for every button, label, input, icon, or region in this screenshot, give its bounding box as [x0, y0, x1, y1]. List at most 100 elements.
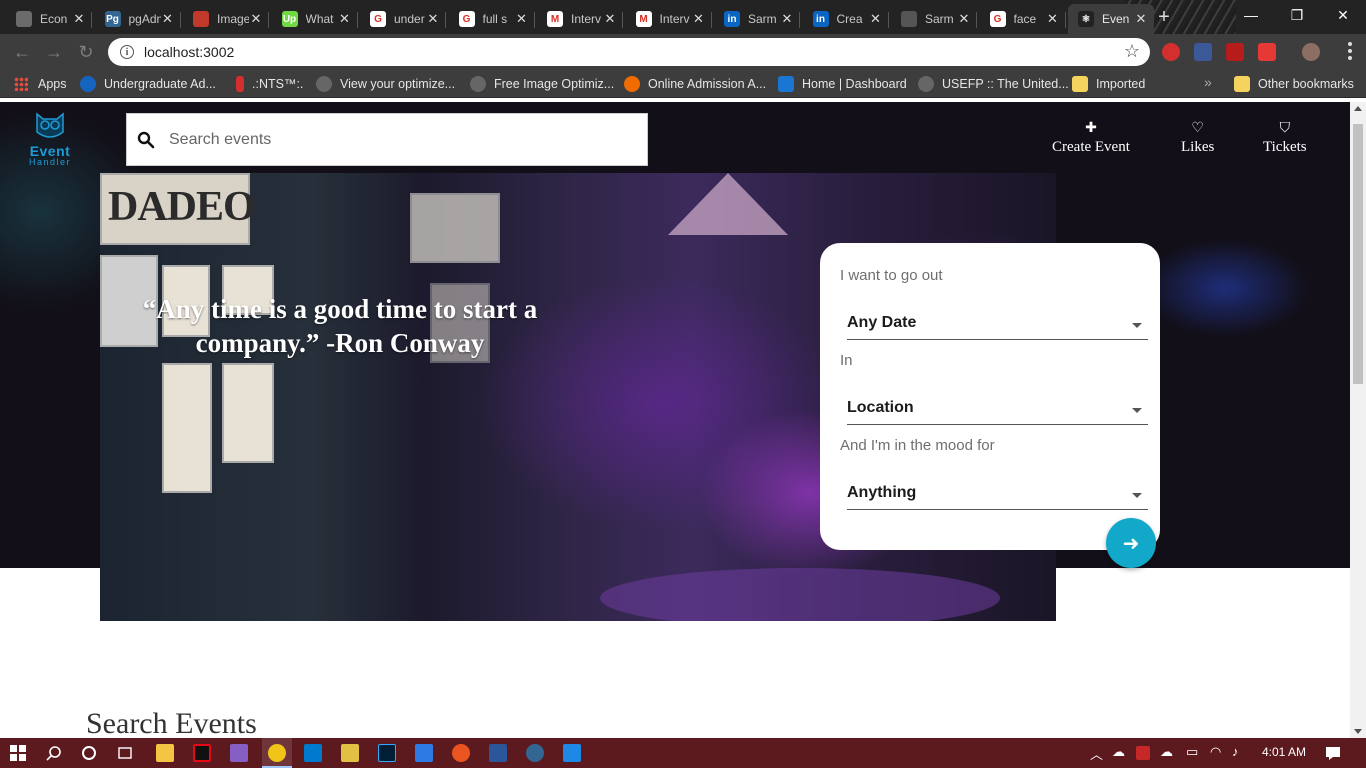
restore-button[interactable]: ❐ [1274, 0, 1320, 30]
forward-button[interactable]: → [42, 40, 66, 64]
close-tab-icon[interactable]: ✕ [780, 11, 794, 27]
close-tab-icon[interactable]: ✕ [161, 11, 175, 27]
search-bar[interactable] [126, 113, 648, 166]
browser-tab[interactable]: in Crea ✕ [803, 4, 889, 34]
close-window-button[interactable]: ✕ [1320, 0, 1366, 30]
cloud-sync-icon[interactable]: ☁ [1160, 744, 1173, 760]
location-select[interactable]: Location [847, 395, 1148, 425]
bookmark-item[interactable]: Home | Dashboard [778, 75, 907, 93]
word-icon[interactable] [489, 744, 507, 762]
mood-select[interactable]: Anything [847, 480, 1148, 510]
browser-tab[interactable]: M Interv ✕ [626, 4, 712, 34]
bookmark-folder-other[interactable]: Other bookmarks [1234, 75, 1354, 93]
bookmark-folder-imported[interactable]: Imported [1072, 75, 1145, 93]
bookmark-apps[interactable]: Apps [14, 75, 67, 93]
bookmark-item[interactable]: Undergraduate Ad... [80, 75, 216, 93]
close-tab-icon[interactable]: ✕ [869, 11, 883, 27]
chrome-icon[interactable] [268, 744, 286, 762]
pdf-extension-icon[interactable] [1226, 43, 1244, 61]
tab-title: under [394, 12, 425, 26]
bookmark-item[interactable]: Online Admission A... [624, 75, 766, 93]
photoshop-icon[interactable] [378, 744, 396, 762]
plus-icon: ✚ [1085, 120, 1097, 136]
tickets-link[interactable]: ⛉ Tickets [1263, 120, 1307, 156]
app-logo[interactable]: Event Handler [10, 110, 90, 168]
bookmark-item[interactable]: USEFP :: The United... [918, 75, 1069, 93]
close-tab-icon[interactable]: ✕ [692, 11, 706, 27]
show-hidden-icons[interactable]: ︿ [1090, 744, 1103, 763]
browser-tab[interactable]: M Interv ✕ [537, 4, 623, 34]
new-tab-button[interactable]: + [1151, 6, 1177, 28]
section-title: Search Events [86, 707, 257, 738]
windows-taskbar: ︿ ☁ ☁ ▭ ◠ ♪ 4:01 AM [0, 738, 1366, 768]
bookmark-item[interactable]: .:NTS™:. [236, 75, 303, 93]
postgres-icon[interactable] [526, 744, 544, 762]
tab-title: Interv [571, 12, 602, 26]
close-tab-icon[interactable]: ✕ [1046, 11, 1060, 27]
close-tab-icon[interactable]: ✕ [957, 11, 971, 27]
close-tab-icon[interactable]: ✕ [338, 11, 352, 27]
close-tab-icon[interactable]: ✕ [72, 11, 86, 27]
antivirus-icon[interactable] [1136, 746, 1150, 760]
minimize-button[interactable]: — [1228, 0, 1274, 30]
reload-button[interactable]: ↻ [74, 40, 98, 64]
close-tab-icon[interactable]: ✕ [603, 11, 617, 27]
bookmark-star-icon[interactable]: ☆ [1124, 41, 1140, 62]
browser-tab[interactable]: Gunder ✕ [360, 4, 446, 34]
browser-tab[interactable]: Sarm ✕ [891, 4, 977, 34]
notifications-icon[interactable] [1325, 745, 1341, 761]
cortana-icon[interactable] [81, 745, 97, 761]
search-submit-button[interactable]: ➜ [1106, 518, 1156, 568]
scrollbar-thumb[interactable] [1353, 124, 1363, 384]
browser-tab[interactable]: Gface ✕ [980, 4, 1066, 34]
search-input[interactable] [169, 130, 609, 149]
ubuntu-icon[interactable] [452, 744, 470, 762]
netflix-icon[interactable] [193, 744, 211, 762]
browser-tab[interactable]: Image ✕ [183, 4, 269, 34]
close-tab-icon[interactable]: ✕ [1134, 11, 1148, 27]
visual-studio-icon[interactable] [230, 744, 248, 762]
close-tab-icon[interactable]: ✕ [249, 11, 263, 27]
close-tab-icon[interactable]: ✕ [426, 11, 440, 27]
scroll-up-icon[interactable] [1354, 106, 1362, 111]
battery-icon[interactable]: ▭ [1186, 744, 1198, 760]
create-event-link[interactable]: ✚ Create Event [1052, 120, 1130, 156]
vscode-icon[interactable] [304, 744, 322, 762]
dropdown-caret-icon [1132, 323, 1142, 328]
close-tab-icon[interactable]: ✕ [515, 11, 529, 27]
more-bookmarks-icon[interactable]: » [1204, 74, 1212, 90]
browser-menu-icon[interactable] [1348, 42, 1352, 63]
volume-icon[interactable]: ♪ [1232, 744, 1239, 759]
extension-icon[interactable] [1258, 43, 1276, 61]
onedrive-icon[interactable]: ☁ [1112, 744, 1125, 760]
calculator-icon[interactable] [415, 744, 433, 762]
address-bar[interactable]: i localhost:3002 ☆ [108, 38, 1150, 66]
date-select[interactable]: Any Date [847, 310, 1148, 340]
adblock-extension-icon[interactable] [1162, 43, 1180, 61]
browser-tab[interactable]: in Sarm ✕ [714, 4, 800, 34]
sticky-notes-icon[interactable] [341, 744, 359, 762]
file-explorer-icon[interactable] [156, 744, 174, 762]
site-info-icon[interactable]: i [120, 45, 134, 59]
task-view-icon[interactable] [117, 745, 133, 761]
browser-tab[interactable]: ⚛ Even ✕ [1068, 4, 1154, 34]
browser-tab[interactable]: Up What ✕ [272, 4, 358, 34]
wifi-icon[interactable]: ◠ [1210, 744, 1221, 760]
page-scrollbar[interactable] [1350, 102, 1366, 738]
app-icon[interactable] [563, 744, 581, 762]
browser-tab[interactable]: Pg pgAdmin✕ [95, 4, 181, 34]
profile-avatar[interactable] [1302, 43, 1320, 61]
windows-start-icon[interactable] [10, 745, 26, 761]
ticket-icon: ⛉ [1279, 120, 1291, 136]
bookmark-item[interactable]: View your optimize... [316, 75, 455, 93]
system-clock[interactable]: 4:01 AM [1262, 745, 1306, 759]
scroll-down-icon[interactable] [1354, 729, 1362, 734]
back-button[interactable]: ← [10, 40, 34, 64]
facebook-extension-icon[interactable] [1194, 43, 1212, 61]
browser-tab[interactable]: Econ ✕ [6, 4, 92, 34]
bookmark-item[interactable]: Free Image Optimiz... [470, 75, 614, 93]
search-icon[interactable] [46, 745, 62, 761]
browser-tab[interactable]: Gfull s ✕ [449, 4, 535, 34]
tab-title: Image [217, 12, 249, 26]
likes-link[interactable]: ♡ Likes [1181, 120, 1214, 156]
